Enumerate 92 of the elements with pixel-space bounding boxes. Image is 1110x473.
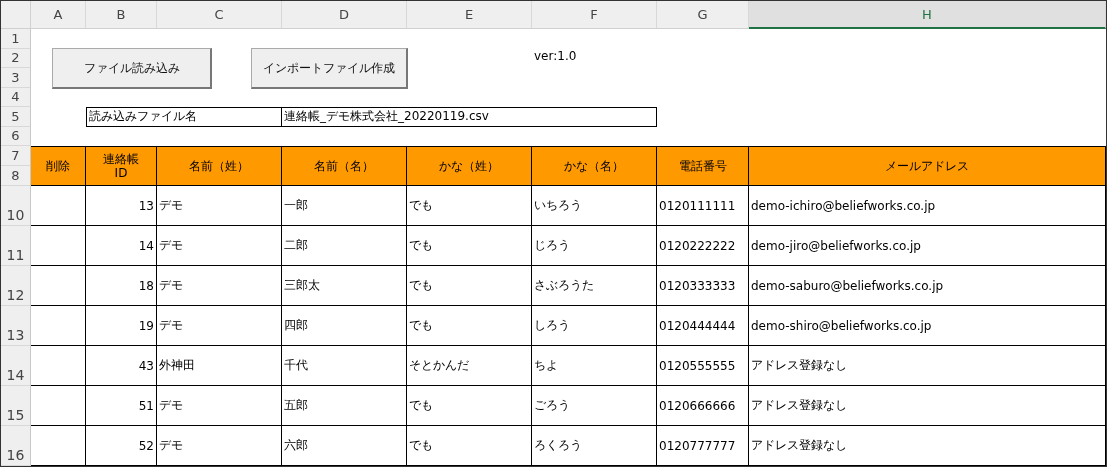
column-heading: 電話番号	[657, 146, 749, 186]
table-cell	[31, 226, 86, 266]
table-cell: 13	[86, 186, 157, 226]
row-number[interactable]: 1	[1, 29, 31, 49]
table-cell: しろう	[532, 306, 657, 346]
table-cell: demo-jiro@beliefworks.co.jp	[749, 226, 1106, 266]
sheet-button[interactable]: ファイル読み込み	[52, 48, 212, 89]
column-header[interactable]: G	[657, 1, 749, 29]
table-cell: 一郎	[282, 186, 407, 226]
row-number[interactable]: 12	[1, 266, 31, 306]
table-cell: 千代	[282, 346, 407, 386]
row-number[interactable]: 2	[1, 48, 31, 68]
row-number[interactable]: 7	[1, 146, 31, 166]
column-header[interactable]: B	[86, 1, 157, 29]
column-header[interactable]: H	[749, 1, 1106, 29]
table-cell: 四郎	[282, 306, 407, 346]
table-cell: demo-ichiro@beliefworks.co.jp	[749, 186, 1106, 226]
column-heading: かな（姓）	[407, 146, 532, 186]
row-number[interactable]: 10	[1, 186, 31, 226]
table-cell: ろくろう	[532, 426, 657, 466]
table-cell: 0120333333	[657, 266, 749, 306]
table-cell	[31, 266, 86, 306]
table-cell: 三郎太	[282, 266, 407, 306]
table-cell: 14	[86, 226, 157, 266]
table-cell: 51	[86, 386, 157, 426]
table-cell: さぶろうた	[532, 266, 657, 306]
table-cell: 外神田	[157, 346, 282, 386]
table-cell: ごろう	[532, 386, 657, 426]
table-cell: アドレス登録なし	[749, 346, 1106, 386]
row-number[interactable]: 13	[1, 306, 31, 346]
column-header[interactable]: F	[532, 1, 657, 29]
column-heading: 削除	[31, 146, 86, 186]
column-heading: 名前（姓）	[157, 146, 282, 186]
column-header[interactable]: E	[407, 1, 532, 29]
table-cell: でも	[407, 266, 532, 306]
table-cell: 0120777777	[657, 426, 749, 466]
row-number[interactable]: 6	[1, 126, 31, 146]
table-cell: そとかんだ	[407, 346, 532, 386]
version-label: ver:1.0	[533, 48, 578, 65]
column-heading: 連絡帳 ID	[86, 146, 157, 186]
table-cell: でも	[407, 386, 532, 426]
file-name-label: 読み込みファイル名	[86, 107, 282, 127]
file-name-value: 連絡帳_デモ株式会社_20220119.csv	[282, 107, 657, 127]
row-number[interactable]: 3	[1, 68, 31, 88]
table-cell: 18	[86, 266, 157, 306]
table-cell: デモ	[157, 266, 282, 306]
table-cell: 0120222222	[657, 226, 749, 266]
column-heading: 名前（名）	[282, 146, 407, 186]
table-cell	[31, 346, 86, 386]
row-number[interactable]: 4	[1, 87, 31, 107]
table-cell: 二郎	[282, 226, 407, 266]
table-cell: デモ	[157, 306, 282, 346]
column-header[interactable]: A	[31, 1, 86, 29]
table-cell: いちろう	[532, 186, 657, 226]
table-cell: 43	[86, 346, 157, 386]
table-cell: 六郎	[282, 426, 407, 466]
table-cell: デモ	[157, 186, 282, 226]
table-cell: ちよ	[532, 346, 657, 386]
column-heading: かな（名）	[532, 146, 657, 186]
table-cell	[31, 306, 86, 346]
row-number[interactable]: 14	[1, 346, 31, 386]
row-number[interactable]: 5	[1, 107, 31, 127]
table-cell: でも	[407, 306, 532, 346]
table-cell: デモ	[157, 386, 282, 426]
column-heading: メールアドレス	[749, 146, 1106, 186]
column-header[interactable]: C	[157, 1, 282, 29]
table-cell: デモ	[157, 226, 282, 266]
column-header[interactable]: D	[282, 1, 407, 29]
row-number[interactable]: 16	[1, 426, 31, 466]
table-cell: デモ	[157, 426, 282, 466]
table-cell: 五郎	[282, 386, 407, 426]
table-cell: じろう	[532, 226, 657, 266]
table-cell: 19	[86, 306, 157, 346]
table-cell	[31, 386, 86, 426]
sheet-button[interactable]: インポートファイル作成	[251, 48, 408, 89]
row-number[interactable]: 11	[1, 226, 31, 266]
table-cell: demo-saburo@beliefworks.co.jp	[749, 266, 1106, 306]
table-cell: 0120666666	[657, 386, 749, 426]
table-cell: 52	[86, 426, 157, 466]
table-cell: でも	[407, 186, 532, 226]
row-number[interactable]: 15	[1, 386, 31, 426]
table-cell: でも	[407, 226, 532, 266]
table-cell: でも	[407, 426, 532, 466]
table-cell	[31, 186, 86, 226]
table-cell: 0120555555	[657, 346, 749, 386]
select-all-corner[interactable]	[1, 1, 31, 29]
table-cell: demo-shiro@beliefworks.co.jp	[749, 306, 1106, 346]
row-number[interactable]: 8	[1, 166, 31, 186]
table-cell: アドレス登録なし	[749, 426, 1106, 466]
table-cell: アドレス登録なし	[749, 386, 1106, 426]
table-cell: 0120111111	[657, 186, 749, 226]
table-cell: 0120444444	[657, 306, 749, 346]
